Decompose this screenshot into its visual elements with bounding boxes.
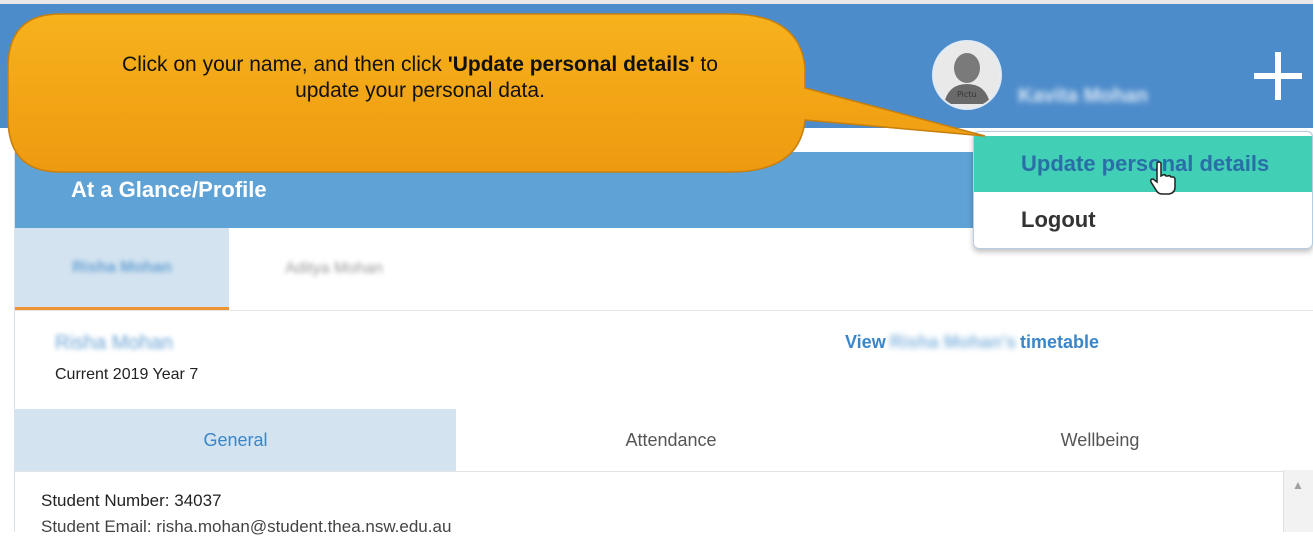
link-prefix: View	[845, 332, 886, 352]
scrollbar[interactable]: ▲	[1283, 470, 1313, 532]
scroll-up-icon[interactable]: ▲	[1292, 478, 1304, 492]
tab-attendance[interactable]: Attendance	[456, 409, 886, 471]
hand-pointer-icon	[1148, 160, 1178, 204]
view-timetable-link[interactable]: View Risha Mohan's timetable	[845, 332, 1099, 353]
link-suffix: timetable	[1020, 332, 1100, 352]
menu-item-logout[interactable]: Logout	[974, 192, 1312, 248]
user-dropdown-menu: Update personal details Logout	[973, 131, 1313, 249]
tab-general[interactable]: General	[15, 409, 456, 471]
student-name: Risha Mohan	[55, 332, 173, 354]
menu-item-update-personal-details[interactable]: Update personal details	[974, 136, 1312, 192]
student-number: Student Number: 34037	[41, 491, 222, 510]
tab-child-aditya[interactable]: Aditya Mohan	[229, 228, 439, 310]
link-student-name: Risha Mohan's	[889, 332, 1017, 352]
plus-icon[interactable]	[1254, 52, 1302, 100]
tutorial-callout: Click on your name, and then click 'Upda…	[0, 8, 986, 178]
tab-label: Wellbeing	[1060, 429, 1140, 450]
user-name-menu-trigger[interactable]: Kavita Mohan	[1018, 85, 1148, 108]
tab-wellbeing[interactable]: Wellbeing	[886, 409, 1313, 471]
tab-label: Attendance	[625, 429, 717, 450]
divider	[15, 310, 1313, 311]
tab-child-label: Aditya Mohan	[285, 260, 383, 277]
menu-item-label: Logout	[1021, 207, 1096, 232]
tab-label: General	[203, 429, 268, 450]
tab-child-risha[interactable]: Risha Mohan	[15, 228, 229, 310]
tab-child-label: Risha Mohan	[72, 258, 172, 276]
divider	[15, 471, 1313, 472]
profile-panel: Risha Mohan Aditya Mohan Risha Mohan Cur…	[14, 228, 1313, 536]
student-enrolment: Current 2019 Year 7	[55, 366, 199, 383]
menu-item-label: Update personal details	[1021, 151, 1270, 176]
callout-text: Click on your name, and then click 'Upda…	[122, 53, 718, 102]
student-email: Student Email: risha.mohan@student.thea.…	[41, 517, 452, 536]
